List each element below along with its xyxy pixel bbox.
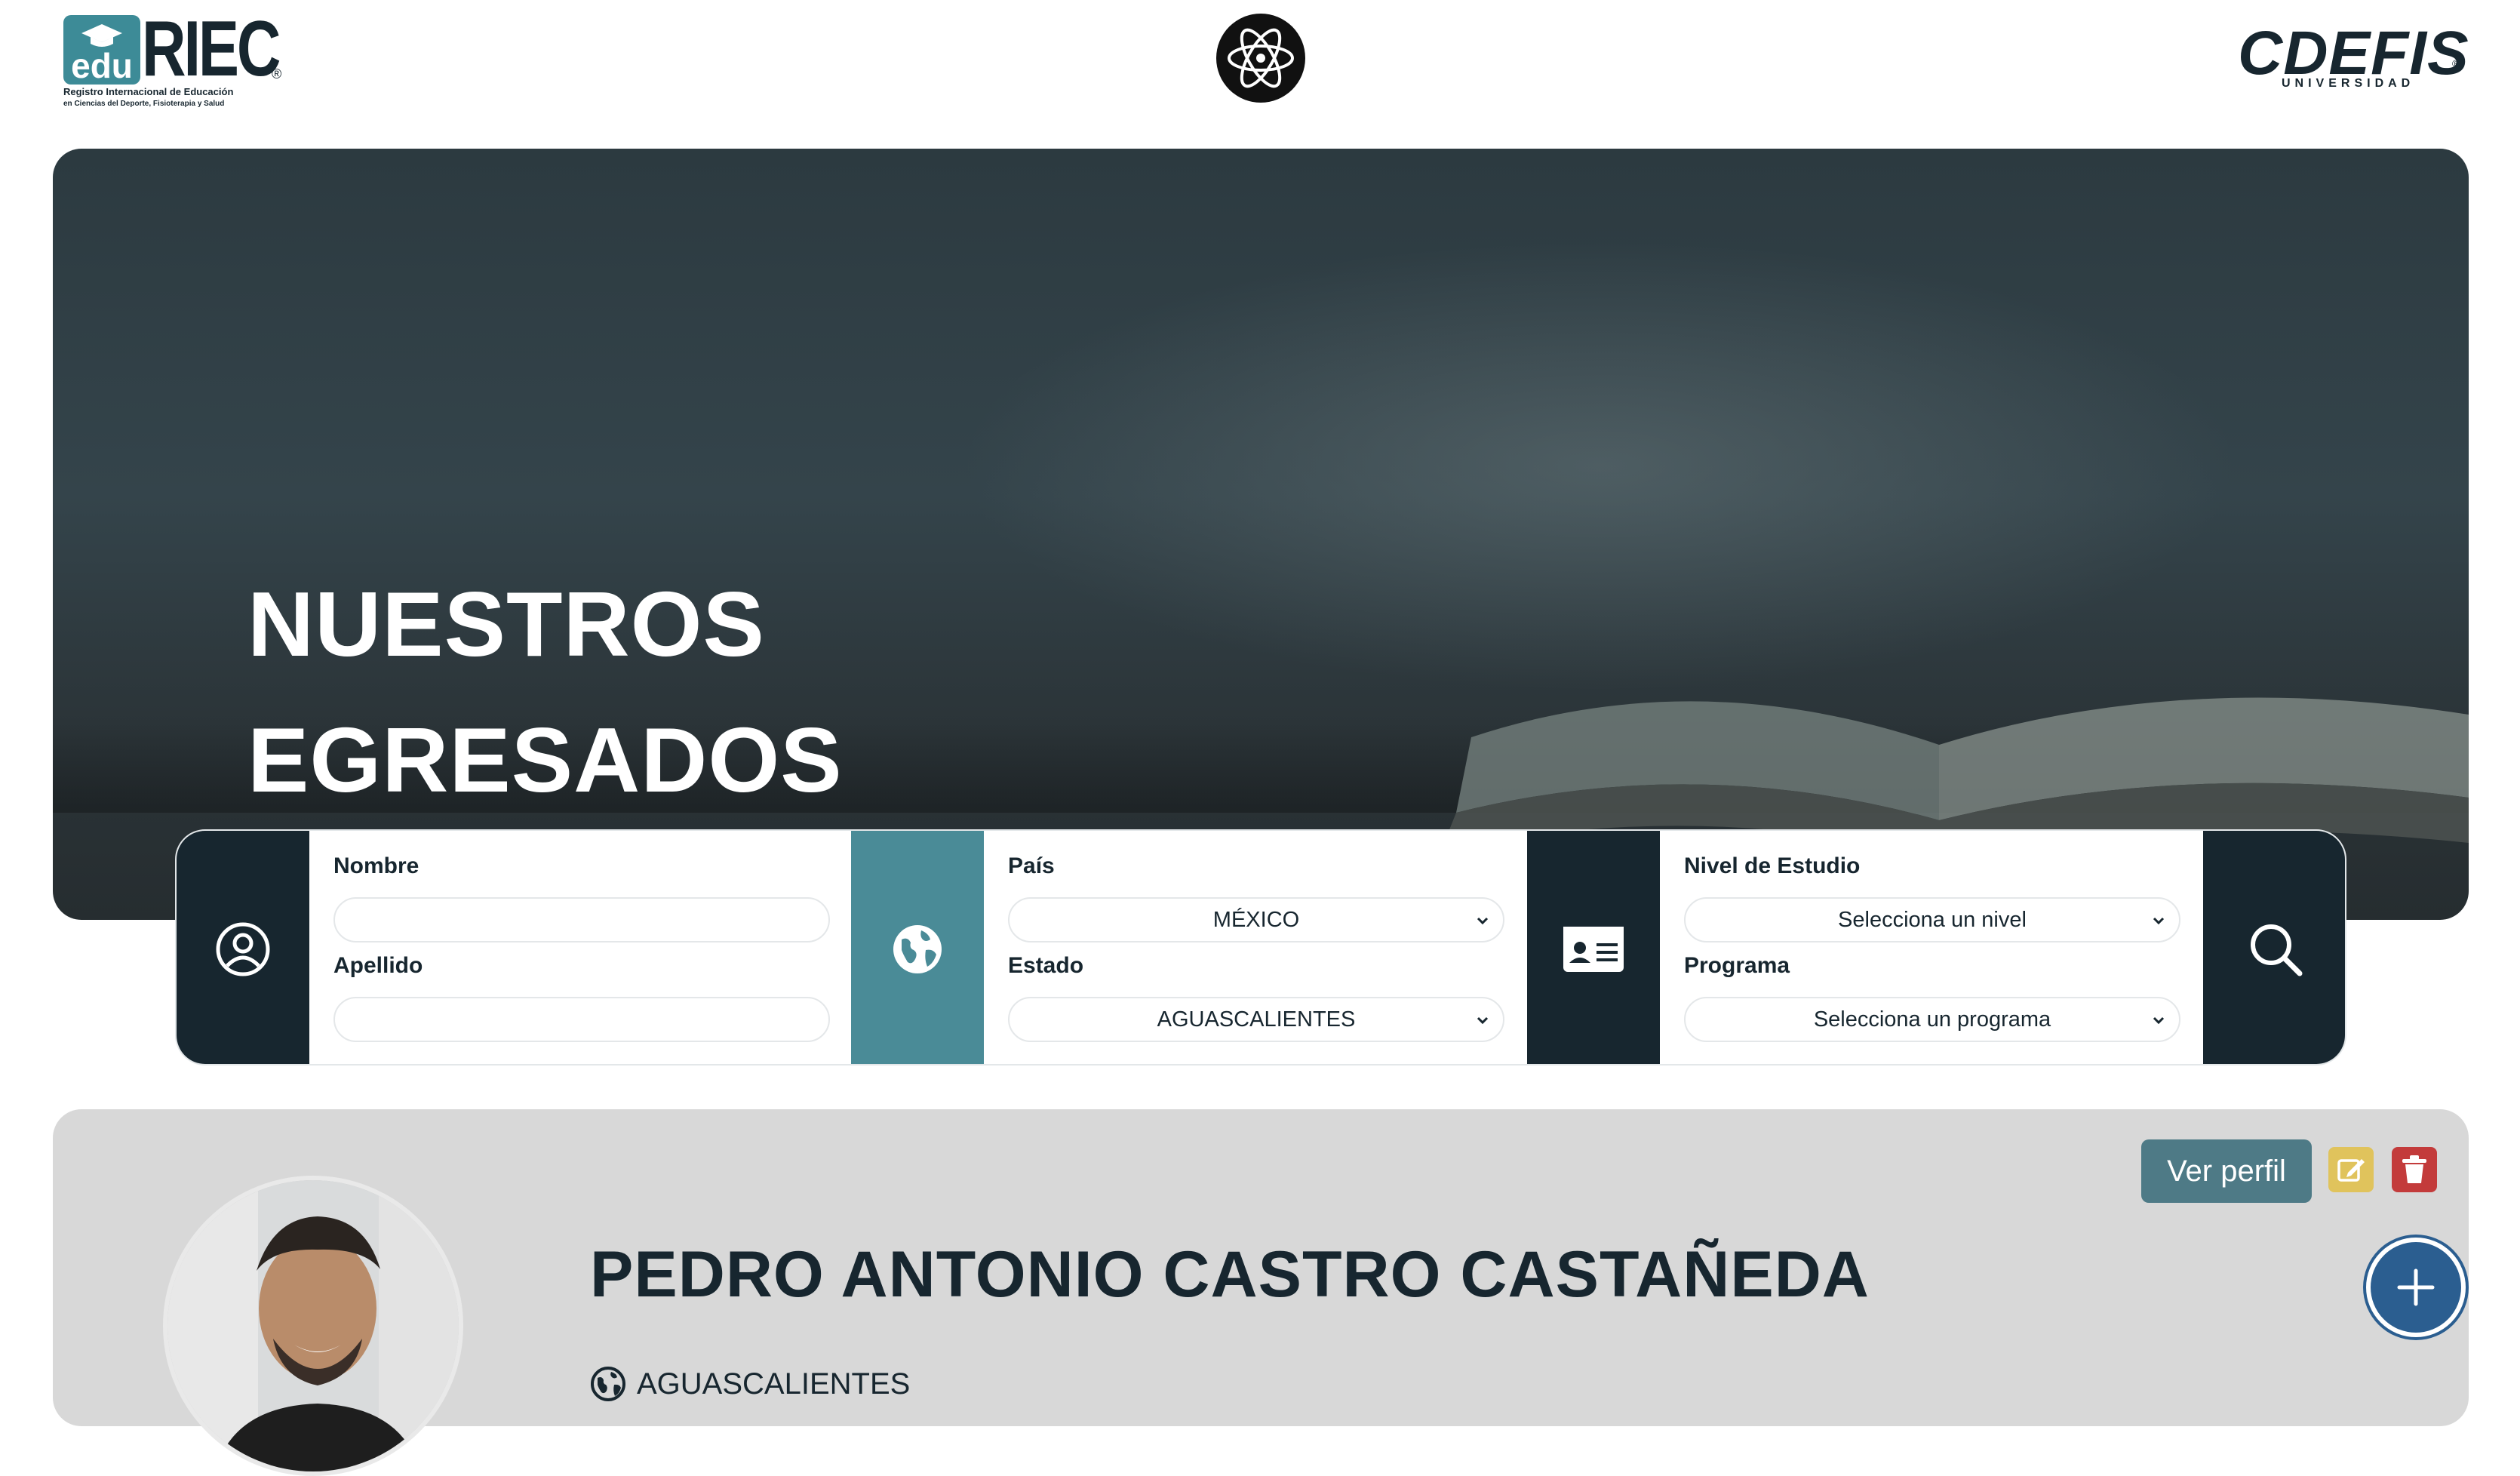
- graduate-location-text: AGUASCALIENTES: [637, 1367, 911, 1401]
- pais-select[interactable]: MÉXICO: [1008, 897, 1504, 942]
- programa-label: Programa: [1684, 953, 1790, 978]
- avatar-photo: [167, 1180, 459, 1471]
- delete-button[interactable]: [2392, 1147, 2437, 1192]
- cdefis-logo[interactable]: CDEFIS ® UNIVERSIDAD: [2238, 23, 2469, 91]
- search-button[interactable]: [2203, 831, 2345, 1064]
- edu-badge: edu: [63, 15, 140, 85]
- graduate-name: PEDRO ANTONIO CASTRO CASTAÑEDA: [590, 1238, 1870, 1311]
- edit-icon: [2337, 1159, 2365, 1182]
- add-graduate-button[interactable]: [2366, 1238, 2466, 1337]
- cdefis-registered-mark: ®: [2452, 57, 2460, 69]
- globe-icon: [893, 924, 942, 973]
- riec-logo[interactable]: edu RIEC ® Registro Internacional de Edu…: [63, 8, 290, 108]
- pais-label: País: [1008, 853, 1055, 878]
- open-book-illustration: [1441, 697, 2469, 858]
- study-section-icon-column: [1527, 831, 1660, 1064]
- riec-wordmark: RIEC: [142, 5, 281, 93]
- pais-selected-value: MÉXICO: [1212, 907, 1300, 932]
- riec-subtitle-line1: Registro Internacional de Educación: [63, 86, 234, 97]
- location-fields: País MÉXICO Estado AGUASCALIENTES: [1008, 831, 1521, 1064]
- id-card-icon: [1563, 926, 1624, 972]
- site-header: edu RIEC ® Registro Internacional de Edu…: [0, 0, 2520, 143]
- trash-icon: [2402, 1155, 2426, 1183]
- chevron-down-icon: [1477, 1016, 1489, 1025]
- riec-subtitle-line2: en Ciencias del Deporte, Fisioterapia y …: [63, 100, 225, 108]
- graduate-location: AGUASCALIENTES: [590, 1366, 910, 1402]
- riec-registered-mark: ®: [272, 66, 282, 81]
- cdefis-subtitle: UNIVERSIDAD: [2282, 77, 2415, 90]
- hero-banner: NUESTROS EGRESADOS: [53, 149, 2469, 920]
- search-icon: [2251, 924, 2303, 976]
- chevron-down-icon: [2153, 917, 2165, 925]
- estado-label: Estado: [1008, 953, 1084, 978]
- name-section-icon-column: [177, 831, 309, 1064]
- user-circle-icon: [216, 922, 270, 976]
- programa-selected-value: Selecciona un programa: [1813, 1007, 2051, 1032]
- globe-icon: [591, 1367, 625, 1401]
- nivel-label: Nivel de Estudio: [1684, 853, 1861, 878]
- location-section-icon-column: [851, 831, 984, 1064]
- plus-icon: [2397, 1268, 2435, 1306]
- search-filter-panel: Nombre Apellido País MÉXICO Estado AGUAS…: [175, 829, 2346, 1065]
- name-fields: Nombre Apellido: [333, 831, 847, 1064]
- chevron-down-icon: [2153, 1016, 2165, 1025]
- programa-select[interactable]: Selecciona un programa: [1684, 997, 2180, 1042]
- estado-select[interactable]: AGUASCALIENTES: [1008, 997, 1504, 1042]
- ver-perfil-button[interactable]: Ver perfil: [2141, 1139, 2312, 1203]
- nivel-selected-value: Selecciona un nivel: [1838, 907, 2027, 932]
- estado-selected-value: AGUASCALIENTES: [1157, 1007, 1356, 1032]
- atom-logo-icon[interactable]: [1216, 14, 1305, 103]
- hero-title-line2: EGRESADOS: [247, 709, 843, 811]
- edit-button[interactable]: [2328, 1147, 2374, 1192]
- avatar: [163, 1176, 463, 1476]
- nombre-label: Nombre: [333, 853, 419, 878]
- hero-title-line1: NUESTROS: [247, 573, 765, 675]
- edu-badge-text: edu: [71, 46, 133, 85]
- nivel-select[interactable]: Selecciona un nivel: [1684, 897, 2180, 942]
- hero-title: NUESTROS EGRESADOS: [247, 556, 843, 828]
- cdefis-wordmark: CDEFIS: [2238, 19, 2469, 88]
- apellido-input[interactable]: [333, 997, 830, 1042]
- graduate-card: PEDRO ANTONIO CASTRO CASTAÑEDA AGUASCALI…: [53, 1109, 2469, 1476]
- chevron-down-icon: [1477, 917, 1489, 925]
- apellido-label: Apellido: [333, 953, 423, 978]
- nombre-input[interactable]: [333, 897, 830, 942]
- study-fields: Nivel de Estudio Selecciona un nivel Pro…: [1684, 831, 2197, 1064]
- graduation-cap-icon: [81, 24, 122, 47]
